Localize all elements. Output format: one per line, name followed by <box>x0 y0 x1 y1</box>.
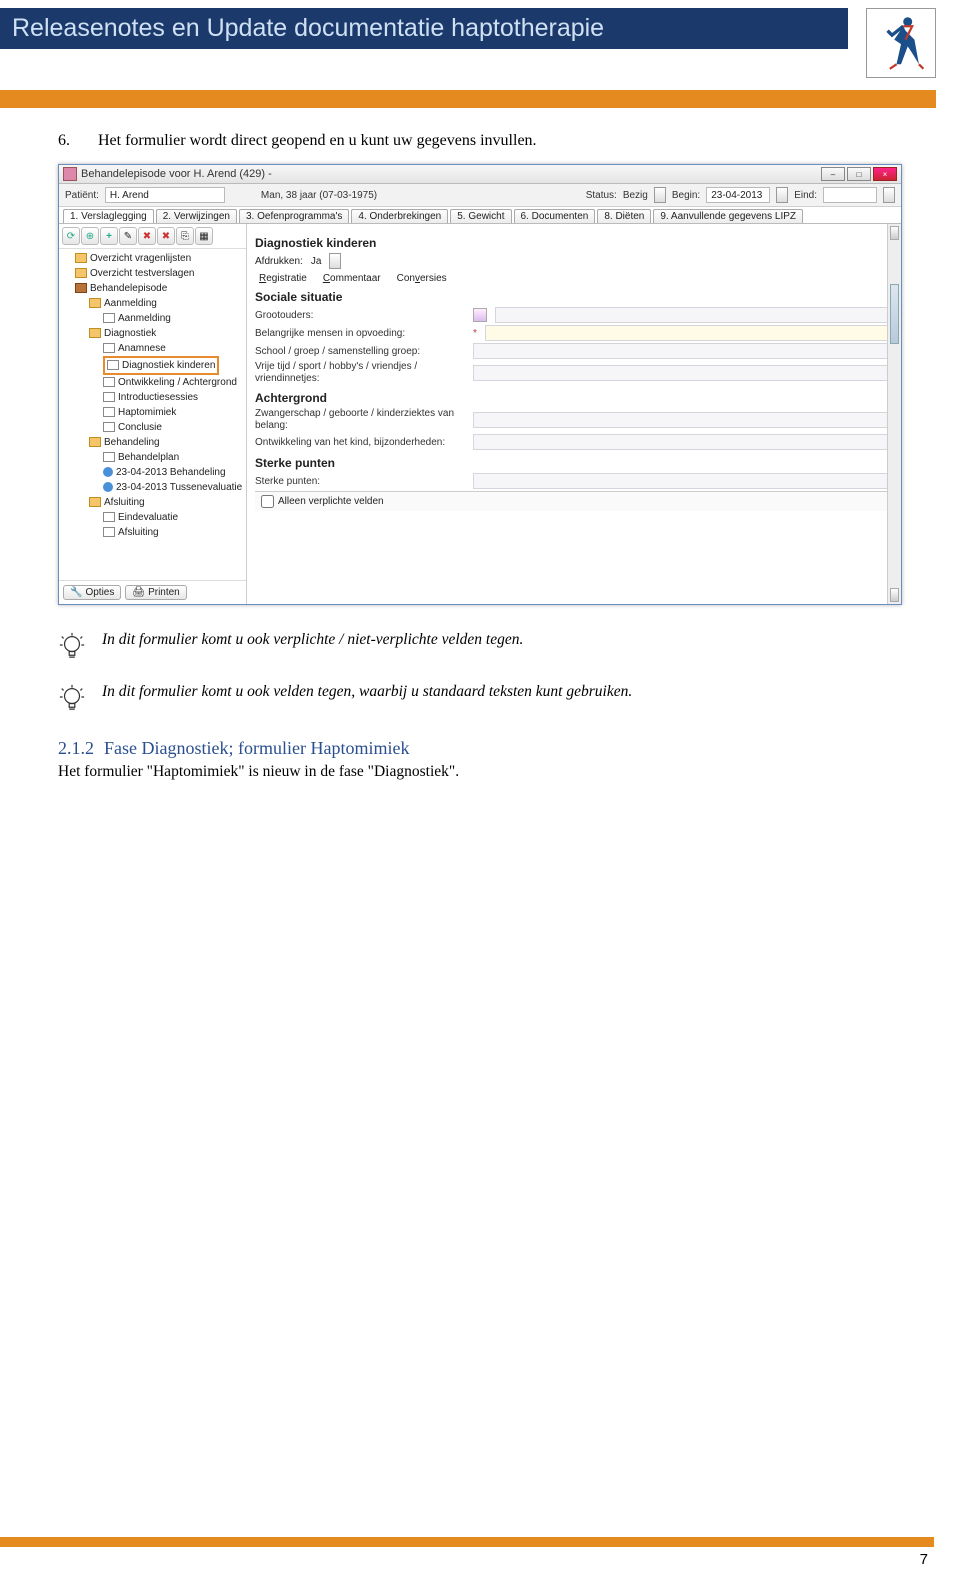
eind-field[interactable] <box>823 187 877 203</box>
app-window: Behandelepisode voor H. Arend (429) - – … <box>58 164 902 605</box>
form-header: Diagnostiek kinderen <box>255 236 893 250</box>
subtab-registratie[interactable]: Registratie <box>259 273 307 284</box>
window-title: Behandelepisode voor H. Arend (429) - <box>81 168 821 180</box>
lightbulb-icon <box>58 631 86 665</box>
step-number: 6. <box>58 132 70 150</box>
header-divider <box>0 90 936 108</box>
section-achtergrond: Achtergrond <box>255 391 893 405</box>
subtab-conversies[interactable]: Conversies <box>397 273 447 284</box>
begin-label: Begin: <box>672 190 700 201</box>
minimize-button[interactable]: – <box>821 167 845 181</box>
close-button[interactable]: × <box>873 167 897 181</box>
doc-title-bar: Releasenotes en Update documentatie hapt… <box>0 8 848 49</box>
tree-selected-item[interactable]: Diagnostiek kinderen <box>103 356 219 375</box>
tab-verwijzingen[interactable]: 2. Verwijzingen <box>156 209 237 223</box>
status-label: Status: <box>586 190 617 201</box>
step-text: Het formulier wordt direct geopend en u … <box>98 132 537 150</box>
nav-tree[interactable]: Overzicht vragenlijsten Overzicht testve… <box>59 249 246 580</box>
subtab-commentaar[interactable]: Commentaar <box>323 273 381 284</box>
begin-spin[interactable] <box>776 187 788 203</box>
tip-2-text: In dit formulier komt u ook velden tegen… <box>102 683 632 701</box>
tab-lipz[interactable]: 9. Aanvullende gegevens LIPZ <box>653 209 803 223</box>
scrollbar[interactable] <box>887 224 901 604</box>
tab-onderbrekingen[interactable]: 4. Onderbrekingen <box>351 209 448 223</box>
opvoeding-input[interactable] <box>485 325 893 341</box>
grootouders-icon[interactable] <box>473 308 487 322</box>
tab-verslaglegging[interactable]: 1. Verslaglegging <box>63 209 154 223</box>
tab-documenten[interactable]: 6. Documenten <box>514 209 596 223</box>
afdrukken-spin[interactable] <box>329 253 341 269</box>
section-sterke: Sterke punten <box>255 456 893 470</box>
toggle-icon[interactable]: ▦ <box>195 227 213 245</box>
patient-info: Man, 38 jaar (07-03-1975) <box>261 190 377 201</box>
wrench-icon: 🔧 <box>70 587 82 598</box>
status-value: Bezig <box>623 190 648 201</box>
heading-paragraph: Het formulier "Haptomimiek" is nieuw in … <box>58 763 902 781</box>
printen-button[interactable]: 🖨Printen <box>125 585 186 600</box>
begin-field[interactable]: 23-04-2013 <box>706 187 770 203</box>
zwangerschap-input[interactable] <box>473 412 893 428</box>
verplichte-label: Alleen verplichte velden <box>278 496 384 507</box>
tree-toolbar: ⟳ ⊕ + ✎ ✖ ✖ ⎘ ▦ <box>59 224 246 249</box>
lightbulb-icon <box>58 683 86 717</box>
patient-field[interactable]: H. Arend <box>105 187 225 203</box>
delete2-icon[interactable]: ✖ <box>157 227 175 245</box>
heading-text: Fase Diagnostiek; formulier Haptomimiek <box>104 738 409 759</box>
logo <box>866 8 936 78</box>
afdrukken-label: Afdrukken: <box>255 256 303 267</box>
printer-icon: 🖨 <box>132 587 145 598</box>
eind-label: Eind: <box>794 190 817 201</box>
expand-icon[interactable]: ⊕ <box>81 227 99 245</box>
edit-icon[interactable]: ✎ <box>119 227 137 245</box>
add-icon[interactable]: + <box>100 227 118 245</box>
section-sociale: Sociale situatie <box>255 290 893 304</box>
main-tabs: 1. Verslaglegging 2. Verwijzingen 3. Oef… <box>59 207 901 224</box>
page-number: 7 <box>0 1551 934 1568</box>
opties-button[interactable]: 🔧Opties <box>63 585 121 600</box>
window-app-icon <box>63 167 77 181</box>
afdrukken-value: Ja <box>311 256 322 267</box>
school-input[interactable] <box>473 343 893 359</box>
copy-icon[interactable]: ⎘ <box>176 227 194 245</box>
tab-oefenprogrammas[interactable]: 3. Oefenprogramma's <box>239 209 349 223</box>
status-spin[interactable] <box>654 187 666 203</box>
heading-number: 2.1.2 <box>58 738 94 759</box>
sterke-input[interactable] <box>473 473 893 489</box>
patient-label: Patiënt: <box>65 190 99 201</box>
maximize-button[interactable]: □ <box>847 167 871 181</box>
tab-dieten[interactable]: 8. Diëten <box>597 209 651 223</box>
tip-1-text: In dit formulier komt u ook verplichte /… <box>102 631 523 649</box>
vrijetijd-input[interactable] <box>473 365 893 381</box>
ontwikkeling-input[interactable] <box>473 434 893 450</box>
runner-icon <box>878 15 924 71</box>
eind-spin[interactable] <box>883 187 895 203</box>
refresh-icon[interactable]: ⟳ <box>62 227 80 245</box>
grootouders-input[interactable] <box>495 307 893 323</box>
footer-bar <box>0 1537 934 1547</box>
tab-gewicht[interactable]: 5. Gewicht <box>450 209 511 223</box>
verplichte-checkbox[interactable] <box>261 495 274 508</box>
delete-icon[interactable]: ✖ <box>138 227 156 245</box>
